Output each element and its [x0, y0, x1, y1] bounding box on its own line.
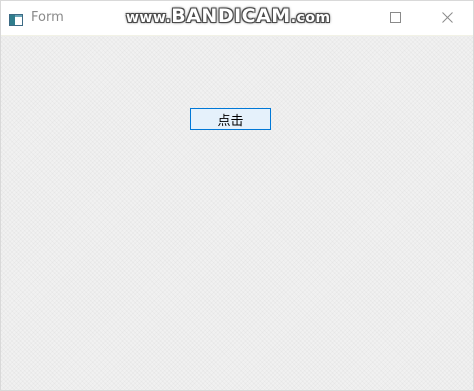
close-icon [442, 12, 453, 23]
watermark-brand: BANDICAM [171, 5, 291, 27]
minimize-icon [348, 18, 359, 19]
form-app-icon [9, 11, 23, 26]
form-window: Form www.BANDICAM.com 点击 [0, 0, 474, 391]
watermark-suffix: .com [290, 10, 331, 26]
window-title: Form [31, 10, 64, 25]
close-button[interactable] [425, 1, 471, 35]
bandicam-watermark: www.BANDICAM.com [126, 5, 331, 27]
watermark-prefix: www. [126, 10, 172, 26]
title-bar[interactable]: Form www.BANDICAM.com [1, 1, 473, 36]
click-button[interactable]: 点击 [190, 108, 271, 130]
form-client-area: 点击 [1, 36, 473, 390]
maximize-button[interactable] [373, 1, 419, 35]
minimize-button[interactable] [331, 1, 377, 35]
maximize-icon [390, 12, 401, 23]
